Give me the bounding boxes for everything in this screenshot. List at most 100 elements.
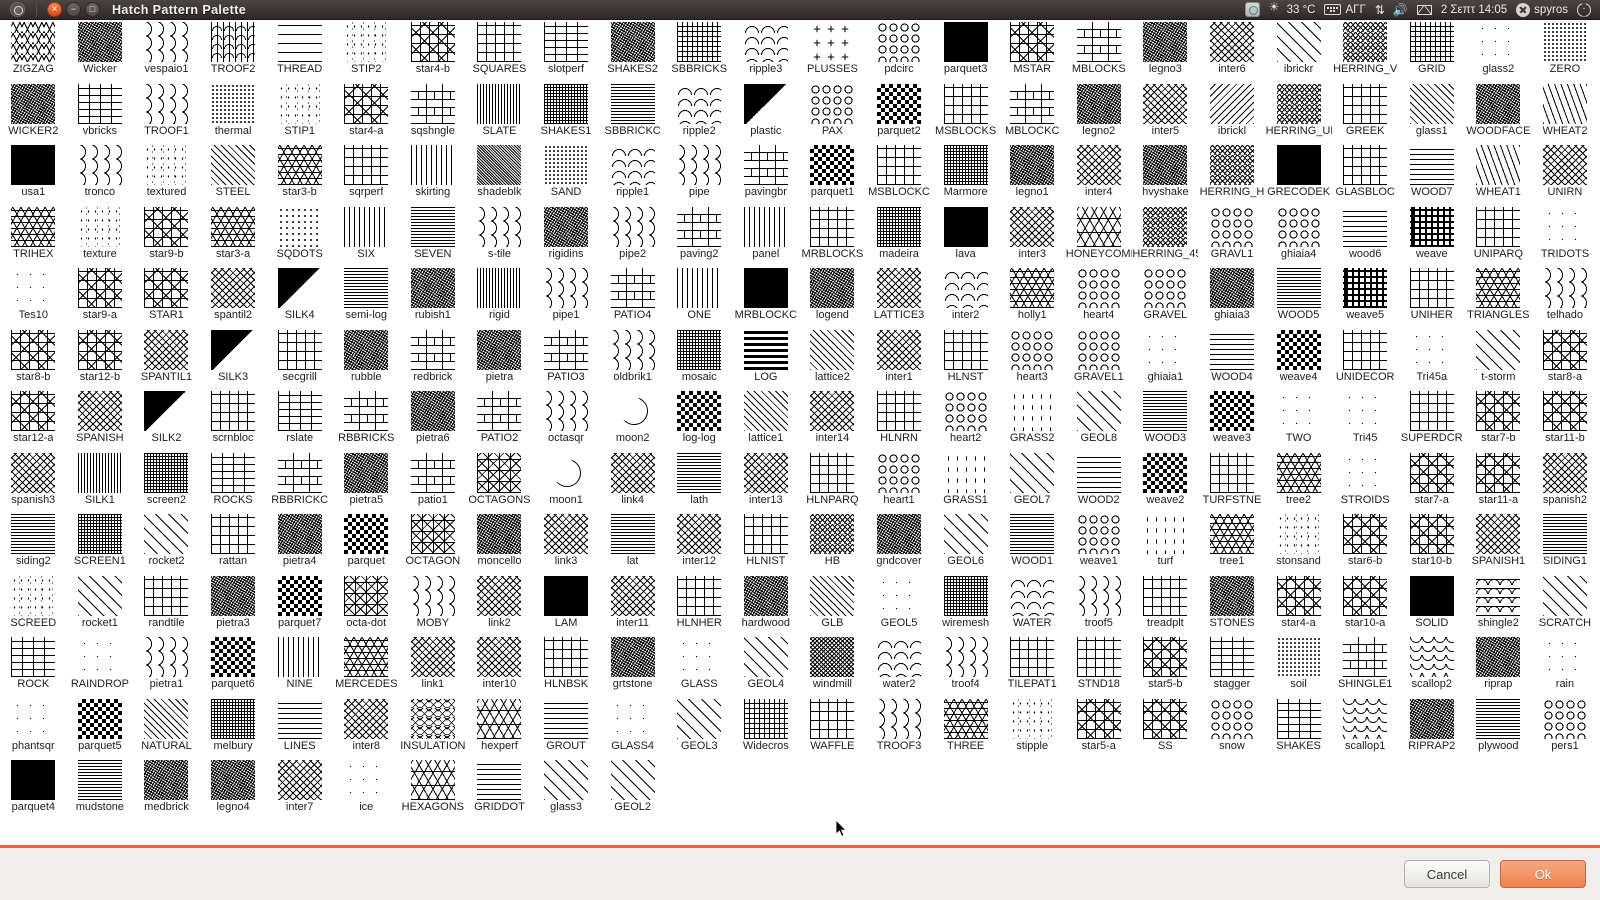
pattern-cell[interactable]: pipe2: [599, 205, 666, 267]
pattern-cell[interactable]: RBBRICKS: [333, 389, 400, 451]
pattern-cell[interactable]: SQDOTS: [266, 205, 333, 267]
pattern-cell[interactable]: WICKER2: [0, 82, 67, 144]
pattern-cell[interactable]: hexperf: [466, 697, 533, 759]
pattern-cell[interactable]: scallop2: [1398, 635, 1465, 697]
pattern-cell[interactable]: RBBRICKC: [266, 451, 333, 513]
pattern-cell[interactable]: hvyshake: [1132, 143, 1199, 205]
pattern-cell[interactable]: HERRING_UNI: [1265, 82, 1332, 144]
pattern-cell[interactable]: SCREED: [0, 574, 67, 636]
pattern-cell[interactable]: TURFSTNE: [1199, 451, 1266, 513]
pattern-cell[interactable]: GRASS2: [999, 389, 1066, 451]
pattern-cell[interactable]: STIP2: [333, 20, 400, 82]
pattern-cell[interactable]: troof5: [1066, 574, 1133, 636]
pattern-cell[interactable]: holly1: [999, 266, 1066, 328]
pattern-cell[interactable]: sqshngle: [400, 82, 467, 144]
pattern-cell[interactable]: HLNIST: [733, 512, 800, 574]
pattern-cell[interactable]: UNIDECOR: [1332, 328, 1399, 390]
pattern-cell[interactable]: SLATE: [466, 82, 533, 144]
pattern-cell[interactable]: rain: [1532, 635, 1599, 697]
pattern-cell[interactable]: WOOD3: [1132, 389, 1199, 451]
pattern-cell[interactable]: MSBLOCKS: [932, 82, 999, 144]
pattern-cell[interactable]: wood6: [1332, 205, 1399, 267]
pattern-cell[interactable]: moncello: [466, 512, 533, 574]
pattern-cell[interactable]: TRIANGLES: [1465, 266, 1532, 328]
pattern-cell[interactable]: parquet4: [0, 758, 67, 820]
pattern-cell[interactable]: star9-a: [67, 266, 134, 328]
pattern-cell[interactable]: MERCEDES: [333, 635, 400, 697]
pattern-cell[interactable]: WHEAT2: [1532, 82, 1599, 144]
pattern-cell[interactable]: redbrick: [400, 328, 467, 390]
pattern-cell[interactable]: STONES: [1199, 574, 1266, 636]
pattern-cell[interactable]: randtile: [133, 574, 200, 636]
pattern-cell[interactable]: rattan: [200, 512, 267, 574]
pattern-cell[interactable]: SEVEN: [400, 205, 467, 267]
pattern-cell[interactable]: hardwood: [733, 574, 800, 636]
pattern-cell[interactable]: ripple1: [599, 143, 666, 205]
pattern-cell[interactable]: GRECODEK: [1265, 143, 1332, 205]
pattern-cell[interactable]: OCTAGONS: [466, 451, 533, 513]
pattern-cell[interactable]: inter2: [932, 266, 999, 328]
pattern-cell[interactable]: ghiaia3: [1199, 266, 1266, 328]
window-maximize-button[interactable]: □: [85, 2, 100, 17]
pattern-cell[interactable]: lattice1: [733, 389, 800, 451]
pattern-cell[interactable]: LATTICE3: [866, 266, 933, 328]
tray-app-indicator[interactable]: [1244, 2, 1260, 17]
pattern-cell[interactable]: spanish2: [1532, 451, 1599, 513]
pattern-cell[interactable]: vbricks: [67, 82, 134, 144]
pattern-cell[interactable]: GRAVEL: [1132, 266, 1199, 328]
pattern-cell[interactable]: GLASS: [666, 635, 733, 697]
pattern-cell[interactable]: legno3: [1132, 20, 1199, 82]
hatch-pattern-palette[interactable]: ZIGZAG Wicker vespaio1 TROOF2 THREAD STIP2 sta…: [0, 20, 1600, 845]
pattern-cell[interactable]: TRIHEX: [0, 205, 67, 267]
pattern-cell[interactable]: glass3: [533, 758, 600, 820]
pattern-cell[interactable]: GRID: [1398, 20, 1465, 82]
pattern-cell[interactable]: HLNBSK: [533, 635, 600, 697]
pattern-cell[interactable]: SBBRICKC: [599, 82, 666, 144]
pattern-cell[interactable]: SCRATCH: [1532, 574, 1599, 636]
ok-button[interactable]: Ok: [1500, 860, 1586, 888]
pattern-cell[interactable]: skirting: [400, 143, 467, 205]
pattern-cell[interactable]: STEEL: [200, 143, 267, 205]
pattern-cell[interactable]: MOBY: [400, 574, 467, 636]
pattern-cell[interactable]: inter10: [466, 635, 533, 697]
pattern-cell[interactable]: heart3: [999, 328, 1066, 390]
pattern-cell[interactable]: parquet5: [67, 697, 134, 759]
pattern-cell[interactable]: GEOL8: [1066, 389, 1133, 451]
pattern-cell[interactable]: HEXAGONS: [400, 758, 467, 820]
pattern-cell[interactable]: star8-b: [0, 328, 67, 390]
pattern-cell[interactable]: troof4: [932, 635, 999, 697]
pattern-cell[interactable]: rocket1: [67, 574, 134, 636]
pattern-cell[interactable]: ZIGZAG: [0, 20, 67, 82]
pattern-cell[interactable]: PATIO3: [533, 328, 600, 390]
window-close-button[interactable]: ×: [47, 2, 62, 17]
pattern-cell[interactable]: HLNPARQ: [799, 451, 866, 513]
pattern-cell[interactable]: Widecros: [733, 697, 800, 759]
pattern-cell[interactable]: GLB: [799, 574, 866, 636]
pattern-cell[interactable]: WOOD2: [1066, 451, 1133, 513]
pattern-cell[interactable]: tree1: [1199, 512, 1266, 574]
tray-clock[interactable]: 2 Σεπτ 14:05: [1441, 4, 1507, 16]
tray-session[interactable]: spyros: [1516, 2, 1568, 17]
pattern-cell[interactable]: weave: [1398, 205, 1465, 267]
pattern-cell[interactable]: star7-a: [1398, 451, 1465, 513]
pattern-cell[interactable]: HERRING_H: [1199, 143, 1266, 205]
pattern-cell[interactable]: TWO: [1265, 389, 1332, 451]
pattern-cell[interactable]: SHAKES2: [599, 20, 666, 82]
pattern-cell[interactable]: melbury: [200, 697, 267, 759]
pattern-cell[interactable]: shadeblk: [466, 143, 533, 205]
pattern-cell[interactable]: WATER: [999, 574, 1066, 636]
pattern-cell[interactable]: TROOF3: [866, 697, 933, 759]
pattern-cell[interactable]: TROOF1: [133, 82, 200, 144]
pattern-cell[interactable]: lat: [599, 512, 666, 574]
pattern-cell[interactable]: scallop1: [1332, 697, 1399, 759]
pattern-cell[interactable]: MBLOCKS: [1066, 20, 1133, 82]
pattern-cell[interactable]: legno2: [1066, 82, 1133, 144]
pattern-cell[interactable]: GEOL7: [999, 451, 1066, 513]
pattern-cell[interactable]: moon1: [533, 451, 600, 513]
pattern-cell[interactable]: inter11: [599, 574, 666, 636]
pattern-cell[interactable]: inter1: [866, 328, 933, 390]
pattern-cell[interactable]: star4-a: [333, 82, 400, 144]
pattern-cell[interactable]: octasqr: [533, 389, 600, 451]
pattern-cell[interactable]: texture: [67, 205, 134, 267]
pattern-cell[interactable]: lava: [932, 205, 999, 267]
